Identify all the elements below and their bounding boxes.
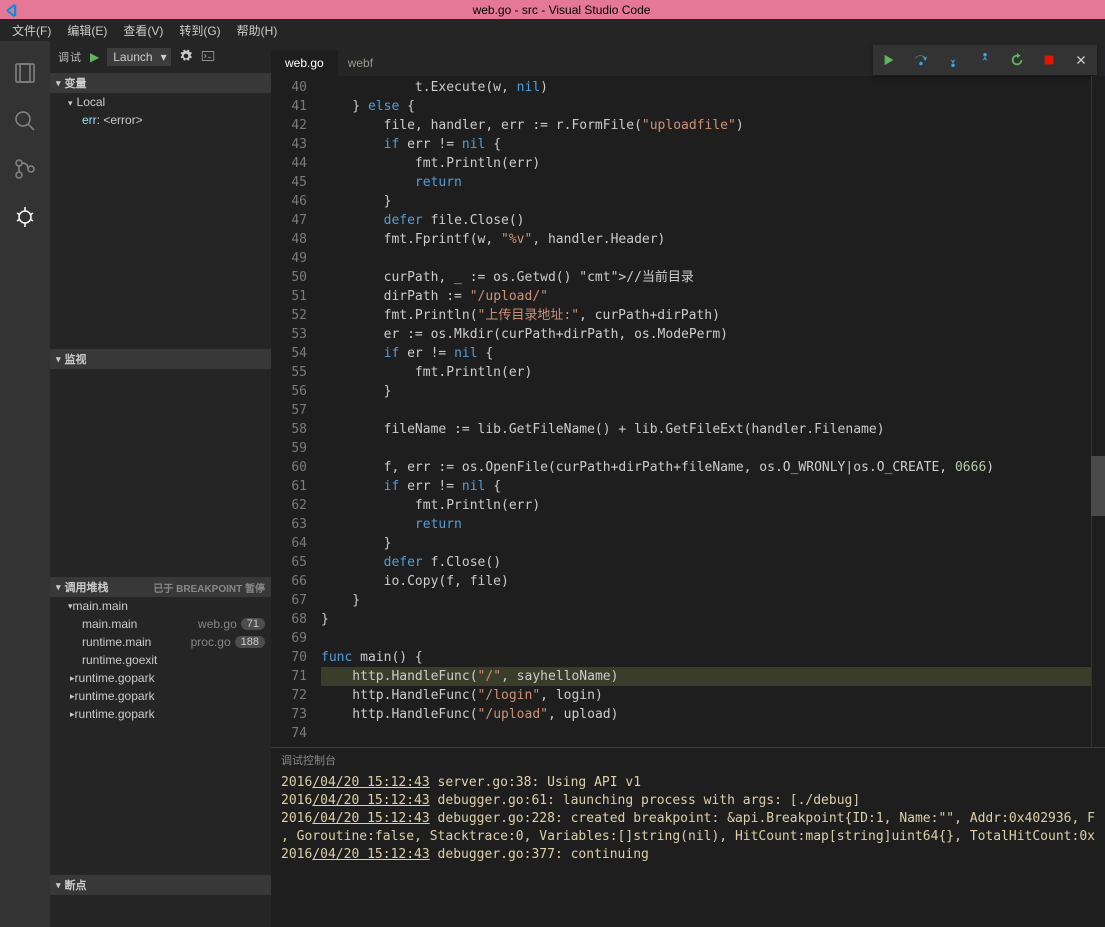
menubar: 文件(F) 编辑(E) 查看(V) 转到(G) 帮助(H) [0, 19, 1105, 41]
var-value: : <error> [97, 113, 143, 127]
continue-button[interactable] [877, 48, 901, 72]
step-into-button[interactable] [941, 48, 965, 72]
callstack-row[interactable]: runtime.mainproc.go188 [50, 633, 271, 651]
step-out-button[interactable] [973, 48, 997, 72]
explorer-icon[interactable] [0, 49, 50, 97]
debug-label: 调试 [58, 49, 82, 65]
source-control-icon[interactable] [0, 145, 50, 193]
search-icon[interactable] [0, 97, 50, 145]
menu-help[interactable]: 帮助(H) [229, 19, 286, 42]
tab-web-go[interactable]: web.go [271, 50, 338, 76]
vscode-icon [4, 3, 18, 17]
console-icon[interactable] [201, 49, 215, 66]
variable-err[interactable]: err: <error> [50, 111, 271, 129]
callstack-row[interactable]: main.mainweb.go71 [50, 615, 271, 633]
step-over-button[interactable] [909, 48, 933, 72]
debug-console-body[interactable]: 2016/04/20 15:12:43 server.go:38: Using … [271, 772, 1105, 927]
stop-button[interactable] [1037, 48, 1061, 72]
callstack-row[interactable]: ▸ runtime.gopark [50, 705, 271, 723]
section-variables[interactable]: 变量 [50, 73, 271, 93]
scrollbar[interactable] [1091, 76, 1105, 747]
menu-view[interactable]: 查看(V) [115, 19, 171, 42]
code-editor[interactable]: t.Execute(w, nil) } else { file, handler… [321, 76, 1091, 747]
line-gutter[interactable]: 4041424344454647484950515253545556575859… [271, 76, 321, 747]
tab-companion[interactable]: webf [338, 50, 383, 76]
close-toolbar-button[interactable] [1069, 48, 1093, 72]
launch-config-select[interactable]: Launch [107, 48, 170, 66]
callstack-label: 调用堆栈 [65, 579, 109, 595]
callstack-row[interactable]: ▸ runtime.gopark [50, 669, 271, 687]
debug-icon[interactable] [0, 193, 50, 241]
gear-icon[interactable] [179, 49, 193, 66]
debug-console-header[interactable]: 调试控制台 [271, 748, 1105, 772]
menu-edit[interactable]: 编辑(E) [59, 19, 115, 42]
callstack-row[interactable]: ▸ runtime.gopark [50, 687, 271, 705]
menu-goto[interactable]: 转到(G) [171, 19, 228, 42]
callstack-row[interactable]: runtime.goexit [50, 651, 271, 669]
sidebar: 调试 ▶ Launch 变量 Local err: <error> 监视 调用堆… [50, 41, 271, 927]
var-name: err [82, 113, 97, 127]
callstack-row[interactable]: ▾ main.main [50, 597, 271, 615]
section-watch[interactable]: 监视 [50, 349, 271, 369]
scope-local[interactable]: Local [50, 93, 271, 111]
debug-toolbar [873, 45, 1097, 75]
start-debug-button[interactable]: ▶ [90, 50, 99, 64]
section-breakpoints[interactable]: 断点 [50, 875, 271, 895]
menu-file[interactable]: 文件(F) [4, 19, 59, 42]
activity-bar [0, 41, 50, 927]
debug-console: 调试控制台 2016/04/20 15:12:43 server.go:38: … [271, 747, 1105, 927]
restart-button[interactable] [1005, 48, 1029, 72]
section-callstack[interactable]: 调用堆栈 已于 BREAKPOINT 暂停 [50, 577, 271, 597]
callstack-status: 已于 BREAKPOINT 暂停 [153, 580, 265, 595]
window-title: web.go - src - Visual Studio Code [18, 3, 1105, 17]
